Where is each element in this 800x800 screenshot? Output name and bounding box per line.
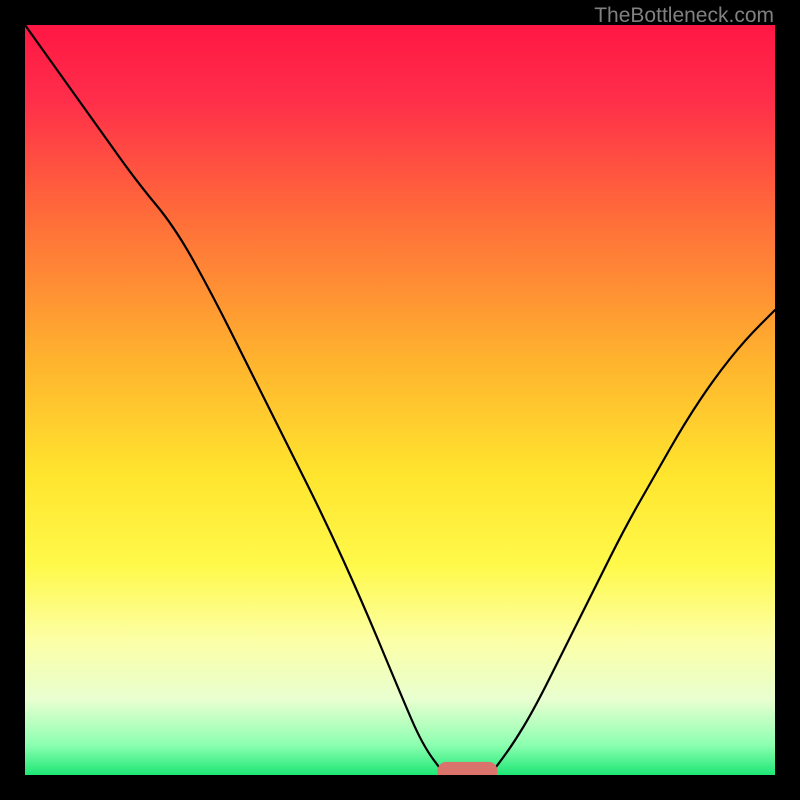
chart-container: TheBottleneck.com [0,0,800,800]
watermark-text: TheBottleneck.com [594,4,774,28]
curve-layer [25,25,775,775]
valley-marker [438,762,498,775]
left-curve [25,25,445,775]
plot-area [25,25,775,775]
right-curve [490,310,775,775]
